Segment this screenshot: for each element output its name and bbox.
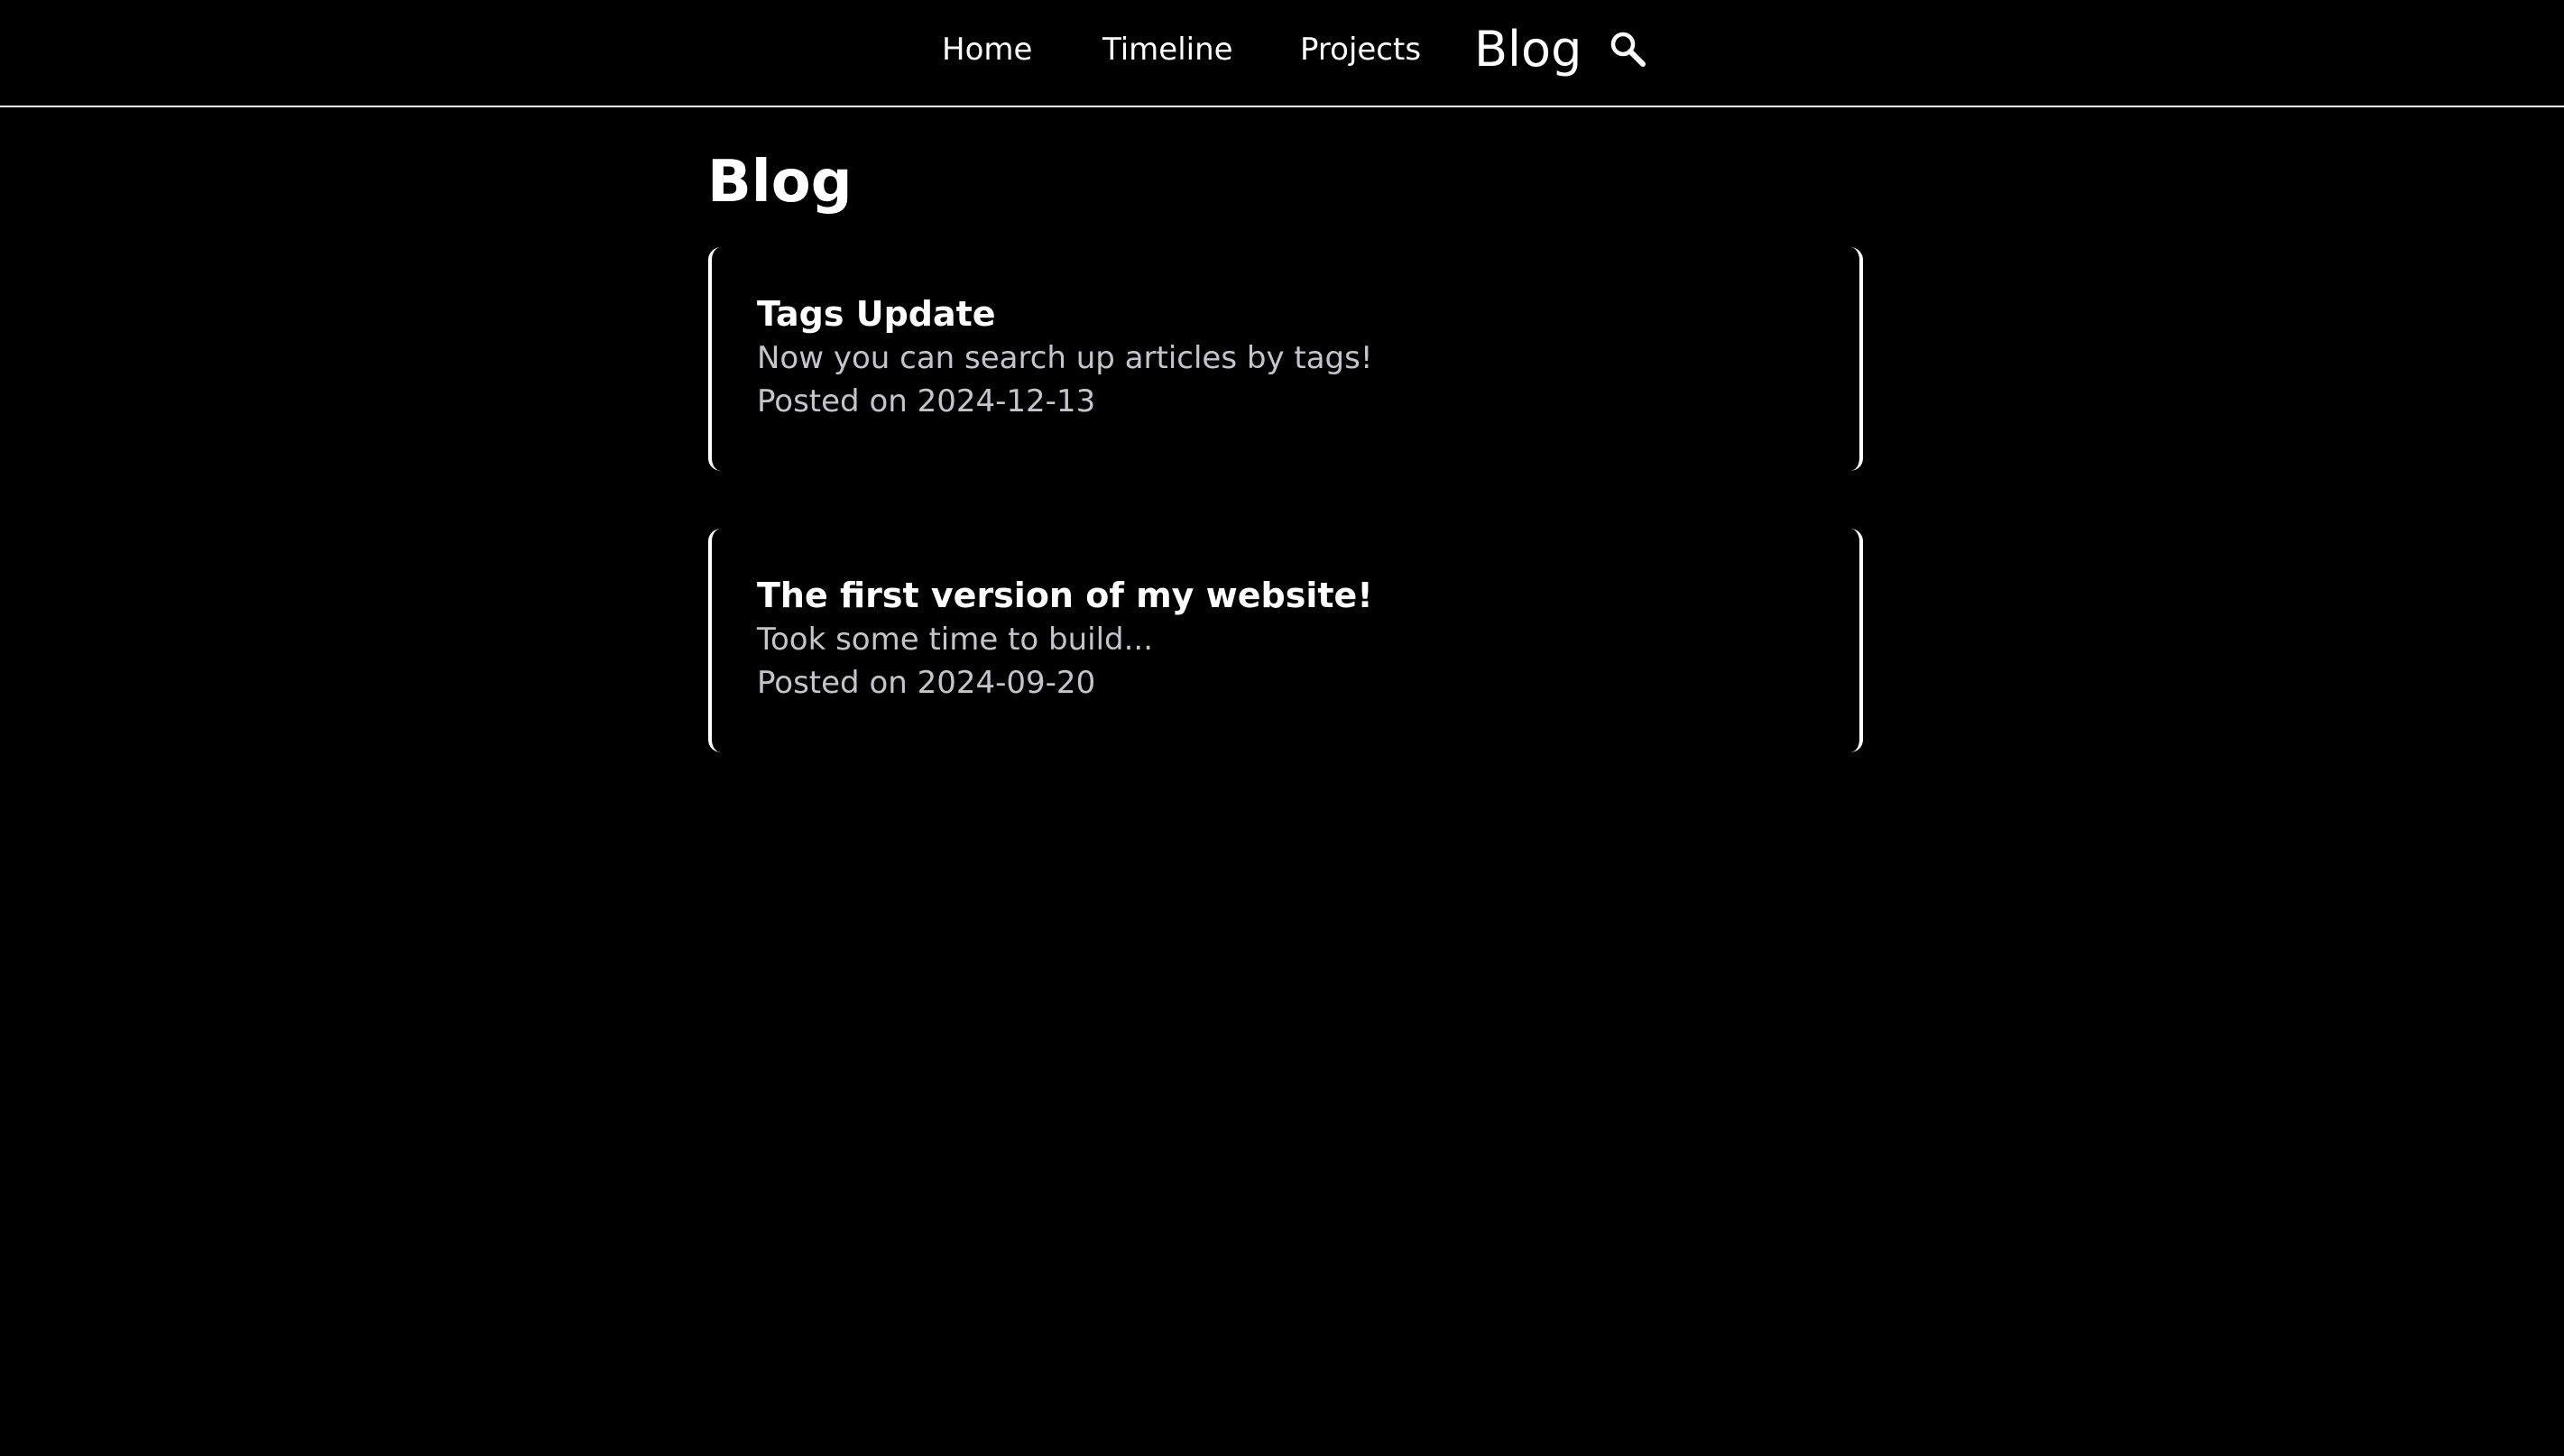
top-navigation-bar: Home Timeline Projects Blog [0,0,2564,107]
page-title: Blog [707,149,853,216]
nav-link-timeline[interactable]: Timeline [1102,27,1233,72]
blog-post-card[interactable]: The first version of my website! Took so… [708,529,1863,752]
blog-post-card[interactable]: Tags Update Now you can search up articl… [708,247,1863,471]
post-title: Tags Update [757,294,996,334]
post-date: Posted on 2024-09-20 [757,665,1096,701]
post-description: Now you can search up articles by tags! [757,340,1373,376]
nav-link-projects[interactable]: Projects [1300,27,1421,72]
nav-link-home[interactable]: Home [942,27,1032,72]
search-icon [1610,32,1646,67]
nav-link-blog[interactable]: Blog [1474,18,1582,81]
post-title: The first version of my website! [757,576,1373,615]
search-button[interactable] [1608,29,1649,70]
post-description: Took some time to build... [757,622,1154,658]
post-date: Posted on 2024-12-13 [757,383,1096,419]
